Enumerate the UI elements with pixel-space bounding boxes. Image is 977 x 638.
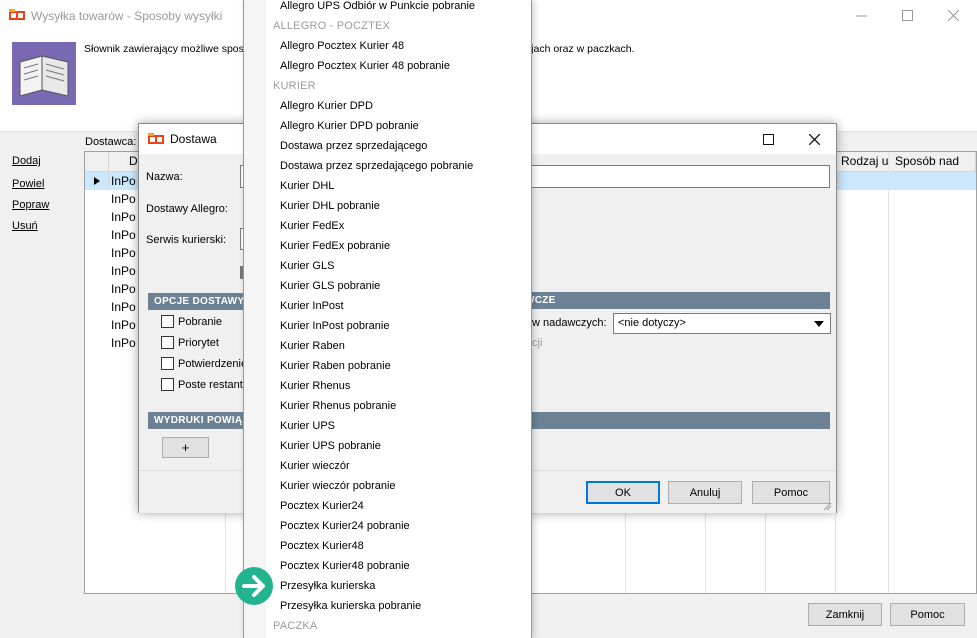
current-row-icon xyxy=(94,177,100,185)
poste-restante-checkbox[interactable] xyxy=(161,378,174,391)
cod-checkbox[interactable] xyxy=(161,315,174,328)
dropdown-item[interactable]: Przesyłka kurierska pobranie xyxy=(280,596,530,616)
dropdown-group: ALLEGRO - POCZTEX xyxy=(273,20,391,32)
row-name: InPo xyxy=(111,174,136,188)
dropdown-item[interactable]: Kurier DHL xyxy=(280,176,530,196)
dropdown-item[interactable]: Kurier Rhenus pobranie xyxy=(280,396,530,416)
dropdown-item[interactable]: Kurier wieczór xyxy=(280,456,530,476)
allegro-delivery-label: Dostawy Allegro: xyxy=(146,203,228,215)
minimize-button[interactable] xyxy=(838,0,884,31)
dropdown-item[interactable]: Allegro UPS Odbiór w Punkcie pobranie xyxy=(280,0,530,16)
dropdown-gutter xyxy=(244,0,266,638)
close-icon xyxy=(808,133,820,145)
dropdown-item[interactable]: Allegro Kurier DPD pobranie xyxy=(280,116,530,136)
delivery-options-header: OPCJE DOSTAWY xyxy=(148,293,248,310)
dropdown-item[interactable]: Pocztex Kurier48 pobranie xyxy=(280,556,530,576)
maximize-button[interactable] xyxy=(884,0,930,31)
resize-grip-icon[interactable] xyxy=(822,501,832,511)
arrow-pointer-icon xyxy=(235,567,273,605)
dropdown-item[interactable]: Kurier UPS pobranie xyxy=(280,436,530,456)
maximize-icon xyxy=(901,10,913,21)
dropdown-item[interactable]: Kurier UPS xyxy=(280,416,530,436)
prints-header: WYDRUKI POWIĄZ xyxy=(148,412,248,429)
dialog-close-button[interactable] xyxy=(792,124,836,154)
dropdown-item[interactable]: Kurier Raben xyxy=(280,336,530,356)
row-indicator xyxy=(85,172,109,190)
sender-hint: cji xyxy=(532,337,543,349)
dropdown-item[interactable]: Kurier GLS xyxy=(280,256,530,276)
dropdown-item-highlighted[interactable]: Przesyłka kurierska xyxy=(280,576,530,596)
book-icon xyxy=(12,42,76,105)
row-name: InPo xyxy=(111,192,136,206)
courier-service-label: Serwis kurierski: xyxy=(146,234,227,246)
dropdown-group: KURIER xyxy=(273,80,316,92)
dropdown-item[interactable]: Kurier DHL pobranie xyxy=(280,196,530,216)
row-name: InPo xyxy=(111,228,136,242)
window-title: Wysyłka towarów - Sposoby wysyłki xyxy=(31,9,223,23)
poste-restante-label: Poste restant xyxy=(178,379,243,391)
dropdown-item[interactable]: Kurier Raben pobranie xyxy=(280,356,530,376)
dialog-help-button[interactable]: Pomoc xyxy=(752,481,830,504)
dropdown-item[interactable]: Pocztex Kurier24 xyxy=(280,496,530,516)
add-link[interactable]: Dodaj xyxy=(12,155,41,167)
grid-header-type[interactable]: Rodzaj u xyxy=(835,152,889,172)
close-icon xyxy=(947,10,959,21)
dropdown-item[interactable]: Dostawa przez sprzedającego xyxy=(280,136,530,156)
row-name: InPo xyxy=(111,246,136,260)
dialog-title: Dostawa xyxy=(170,132,217,146)
maximize-icon xyxy=(762,133,774,145)
cancel-button[interactable]: Anuluj xyxy=(668,481,742,504)
dropdown-item[interactable]: Kurier GLS pobranie xyxy=(280,276,530,296)
delete-link[interactable]: Usuń xyxy=(12,220,38,232)
delivery-dropdown-list[interactable]: Allegro UPS Odbiór w Punkcie pobranie AL… xyxy=(243,0,532,638)
duplicate-link[interactable]: Powiel xyxy=(12,178,44,190)
app-logo-icon xyxy=(148,133,164,144)
dropdown-item[interactable]: Kurier wieczór pobranie xyxy=(280,476,530,496)
chevron-down-icon xyxy=(814,321,824,327)
row-name: InPo xyxy=(111,318,136,332)
dropdown-item[interactable]: Kurier Rhenus xyxy=(280,376,530,396)
app-logo-icon xyxy=(9,9,25,20)
dropdown-item[interactable]: Kurier InPost pobranie xyxy=(280,316,530,336)
dropdown-item[interactable]: Allegro Pocztex Kurier 48 pobranie xyxy=(280,56,530,76)
priority-checkbox[interactable] xyxy=(161,336,174,349)
grid-header-method[interactable]: Sposób nad xyxy=(889,152,976,172)
confirmation-label: Potwierdzenie xyxy=(178,358,248,370)
row-name: InPo xyxy=(111,264,136,278)
edit-link[interactable]: Popraw xyxy=(12,199,49,211)
dropdown-item[interactable]: Kurier FedEx xyxy=(280,216,530,236)
dropdown-item[interactable]: Pocztex Kurier48 xyxy=(280,536,530,556)
row-name: InPo xyxy=(111,336,136,350)
dropdown-group: PACZKA xyxy=(273,620,318,632)
sender-select-value: <nie dotyczy> xyxy=(618,317,686,329)
dropdown-item[interactable]: Dostawa przez sprzedającego pobranie xyxy=(280,156,530,176)
right-section-bar xyxy=(519,412,830,429)
dropdown-item[interactable]: Allegro Kurier DPD xyxy=(280,96,530,116)
grid-header-indicator xyxy=(85,152,109,172)
priority-label: Priorytet xyxy=(178,337,219,349)
supplier-label: Dostawca: xyxy=(85,136,137,148)
minimize-icon xyxy=(855,15,867,17)
cod-label: Pobranie xyxy=(178,316,223,328)
dialog-maximize-button[interactable] xyxy=(746,124,790,154)
dropdown-item[interactable]: Pocztex Kurier24 pobranie xyxy=(280,516,530,536)
dropdown-item[interactable]: Kurier FedEx pobranie xyxy=(280,236,530,256)
row-name: InPo xyxy=(111,300,136,314)
sender-select[interactable]: <nie dotyczy> xyxy=(613,313,831,334)
close-button[interactable]: Zamknij xyxy=(808,603,882,626)
sender-label: w nadawczych: xyxy=(532,317,607,329)
ok-button[interactable]: OK xyxy=(586,481,660,504)
row-name: InPo xyxy=(111,210,136,224)
confirmation-checkbox[interactable] xyxy=(161,357,174,370)
right-section-header: WCZE xyxy=(519,292,830,309)
dropdown-item[interactable]: Kurier InPost xyxy=(280,296,530,316)
dropdown-item[interactable]: Allegro Pocztex Kurier 48 xyxy=(280,36,530,56)
name-label: Nazwa: xyxy=(146,171,183,183)
close-window-button[interactable] xyxy=(930,0,976,31)
add-print-button[interactable]: + xyxy=(162,437,209,458)
help-button[interactable]: Pomoc xyxy=(890,603,965,626)
row-name: InPo xyxy=(111,282,136,296)
